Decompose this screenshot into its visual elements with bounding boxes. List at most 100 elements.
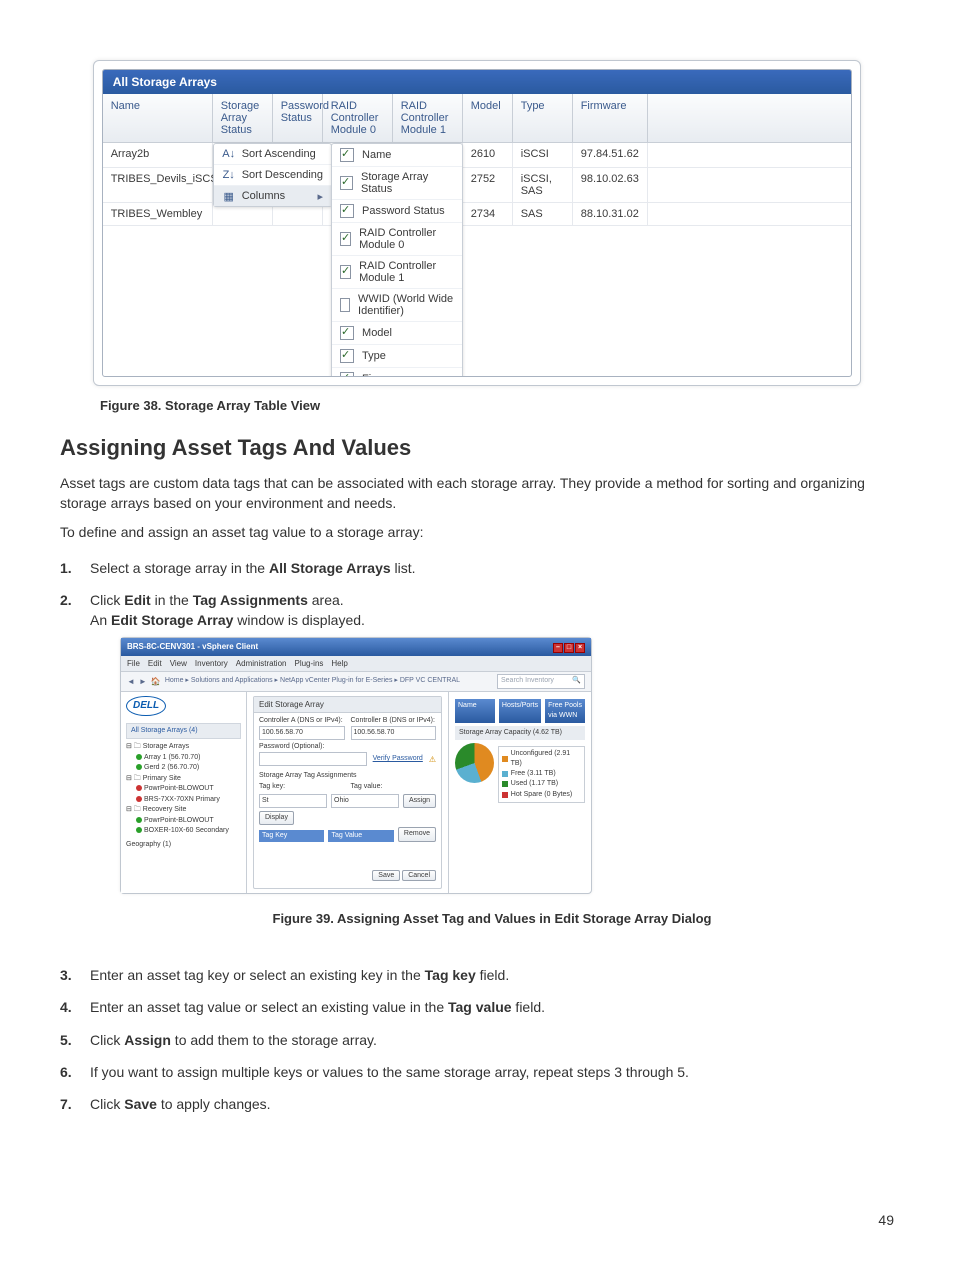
col-label: Storage Array Status [361, 171, 454, 195]
tree-leaf[interactable]: Array 1 (56.70.70) [126, 753, 241, 764]
verify-password-link[interactable]: Verify Password [373, 754, 423, 764]
tree-leaf[interactable]: BOXER-10X-60 Secondary [126, 826, 241, 837]
col-toggle-type[interactable]: Type [332, 345, 462, 368]
column-context-menu: A↓Sort Ascending Z↓Sort Descending ▦Colu… [213, 143, 332, 207]
tab-name[interactable]: Name [455, 699, 495, 723]
th-storage-array-status[interactable]: Storage Array Status [213, 94, 273, 142]
capacity-pie-chart [455, 743, 494, 783]
sort-ascending-item[interactable]: A↓Sort Ascending [214, 144, 331, 165]
save-button[interactable]: Save [372, 870, 400, 881]
cell-fw: 98.10.02.63 [573, 168, 648, 202]
menu-edit[interactable]: Edit [148, 658, 162, 670]
menu-plugins[interactable]: Plug-ins [294, 658, 323, 670]
th-raid0[interactable]: RAID Controller Module 0 [323, 94, 393, 142]
col-label: Model [362, 327, 392, 339]
cell-fw: 97.84.51.62 [573, 143, 648, 167]
th-password-status[interactable]: Password Status [273, 94, 323, 142]
col-toggle-model[interactable]: Model [332, 322, 462, 345]
menu-help[interactable]: Help [331, 658, 347, 670]
tree-leaf[interactable]: PowrPoint-BLOWOUT [126, 816, 241, 827]
tagvalue-label: Tag value: [351, 782, 437, 792]
search-icon: 🔍 [572, 676, 581, 686]
remove-button[interactable]: Remove [398, 827, 436, 841]
col-toggle-name[interactable]: Name [332, 144, 462, 167]
sort-desc-icon: Z↓ [222, 168, 236, 182]
tagkey-input[interactable]: St [259, 794, 327, 808]
checkbox-icon [340, 204, 354, 218]
controller-b-input[interactable]: 100.56.58.70 [351, 726, 437, 740]
home-icon[interactable]: 🏠 [151, 676, 161, 688]
capacity-label: Storage Array Capacity (4.62 TB) [455, 726, 585, 740]
nav-back-icon[interactable]: ◄ [127, 676, 135, 688]
th-model[interactable]: Model [463, 94, 513, 142]
section-heading: Assigning Asset Tags And Values [60, 435, 894, 461]
tab-freepools[interactable]: Free Pools via WWN [545, 699, 585, 723]
tree-leaf[interactable]: BRS-7XX-70XN Primary [126, 795, 241, 806]
cancel-button[interactable]: Cancel [402, 870, 436, 881]
cell-model: 2734 [463, 203, 513, 225]
password-label: Password (Optional): [259, 742, 436, 752]
sort-asc-label: Sort Ascending [242, 148, 316, 160]
cell-model: 2610 [463, 143, 513, 167]
center-panel: Edit Storage Array Controller A (DNS or … [247, 692, 448, 894]
breadcrumb: Home ▸ Solutions and Applications ▸ NetA… [165, 676, 460, 686]
th-raid1[interactable]: RAID Controller Module 1 [393, 94, 463, 142]
tree-node[interactable]: Geography (1) [126, 840, 241, 851]
columns-item[interactable]: ▦Columns▸ [214, 186, 331, 206]
tree-node[interactable]: ⊟ 🗀 Primary Site [126, 774, 241, 785]
sort-desc-label: Sort Descending [242, 169, 323, 181]
password-input[interactable] [259, 752, 367, 766]
tree-leaf[interactable]: PowrPoint-BLOWOUT [126, 784, 241, 795]
col-toggle-raid0[interactable]: RAID Controller Module 0 [332, 223, 462, 256]
chevron-right-icon: ▸ [318, 190, 324, 203]
nav-tree: ⊟ 🗀 Storage Arrays Array 1 (56.70.70) Ge… [126, 742, 241, 850]
th-firmware[interactable]: Firmware [573, 94, 648, 142]
tagvalue-input[interactable]: Ohio [331, 794, 399, 808]
menu-file[interactable]: File [127, 658, 140, 670]
col-toggle-wwid[interactable]: WWID (World Wide Identifier) [332, 289, 462, 322]
tagkey-label: Tag key: [259, 782, 345, 792]
window-title: BRS-8C-CENV301 - vSphere Client [127, 641, 258, 653]
fig39-screenshot: BRS-8C-CENV301 - vSphere Client –□× File… [120, 637, 592, 894]
controller-a-label: Controller A (DNS or IPv4): [259, 716, 345, 726]
col-toggle-raid1[interactable]: RAID Controller Module 1 [332, 256, 462, 289]
menu-view[interactable]: View [170, 658, 187, 670]
window-controls: –□× [552, 641, 585, 653]
th-name[interactable]: Name [103, 94, 213, 142]
minimize-icon[interactable]: – [553, 643, 563, 653]
checkbox-icon [340, 148, 354, 162]
col-toggle-firmware[interactable]: Firmware [332, 368, 462, 377]
cell-type: iSCSI [513, 143, 573, 167]
nav-fwd-icon[interactable]: ► [139, 676, 147, 688]
columns-label: Columns [242, 190, 285, 202]
cell-name: Array2b [103, 143, 213, 167]
left-panel: DELL All Storage Arrays (4) ⊟ 🗀 Storage … [121, 692, 247, 894]
close-icon[interactable]: × [575, 643, 585, 653]
checkbox-icon [340, 298, 350, 312]
search-input[interactable]: Search Inventory🔍 [497, 674, 585, 688]
page-number: 49 [878, 1212, 894, 1228]
col-label: WWID (World Wide Identifier) [358, 293, 454, 317]
menu-administration[interactable]: Administration [236, 658, 287, 670]
all-storage-arrays-link[interactable]: All Storage Arrays (4) [126, 723, 241, 739]
col-label: Firmware [362, 373, 408, 377]
cell-model: 2752 [463, 168, 513, 202]
col-toggle-storage-array-status[interactable]: Storage Array Status [332, 167, 462, 200]
col-toggle-password-status[interactable]: Password Status [332, 200, 462, 223]
assign-button[interactable]: Assign [403, 794, 436, 808]
display-tab[interactable]: Display [259, 811, 294, 825]
th-type[interactable]: Type [513, 94, 573, 142]
fig38-caption: Figure 38. Storage Array Table View [100, 398, 894, 413]
tree-node[interactable]: ⊟ 🗀 Recovery Site [126, 805, 241, 816]
maximize-icon[interactable]: □ [564, 643, 574, 653]
legend-item: Used (1.17 TB) [502, 779, 581, 789]
tree-leaf[interactable]: Gerd 2 (56.70.70) [126, 763, 241, 774]
tree-node[interactable]: ⊟ 🗀 Storage Arrays [126, 742, 241, 753]
sort-descending-item[interactable]: Z↓ Sort Descending [214, 165, 331, 186]
tagkey-col-header: Tag Key [259, 830, 324, 842]
fig39-caption: Figure 39. Assigning Asset Tag and Value… [90, 910, 894, 929]
checkbox-icon [340, 372, 354, 377]
menu-inventory[interactable]: Inventory [195, 658, 228, 670]
controller-a-input[interactable]: 100.56.58.70 [259, 726, 345, 740]
tab-hosts[interactable]: Hosts/Ports [499, 699, 541, 723]
